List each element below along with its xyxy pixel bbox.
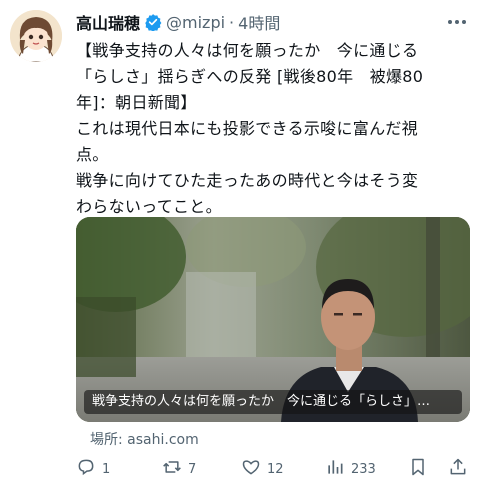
repost-button[interactable]: 7 (162, 455, 196, 483)
tweet-actions: 1 7 12 233 (76, 455, 476, 483)
share-icon (448, 457, 468, 481)
verified-badge-icon (144, 13, 162, 31)
repost-count: 7 (188, 461, 197, 477)
header-separator: · (229, 12, 235, 32)
repost-icon (162, 457, 182, 481)
tweet-header: 高山瑞穂 @mizpi · 4時間 (76, 9, 470, 35)
bookmark-icon (408, 457, 428, 481)
link-card[interactable]: 戦争支持の人々は何を願ったか 今に通じる「らしさ」… (76, 217, 470, 422)
author-avatar[interactable] (10, 10, 62, 62)
reply-icon (76, 457, 96, 481)
author-name[interactable]: 高山瑞穂 (76, 10, 140, 34)
post-time[interactable]: 4時間 (238, 10, 280, 34)
share-button[interactable] (448, 455, 468, 483)
views-button[interactable]: 233 (325, 455, 376, 483)
reply-button[interactable]: 1 (76, 455, 110, 483)
author-handle[interactable]: @mizpi (166, 13, 225, 32)
like-button[interactable]: 12 (241, 455, 284, 483)
avatar-illustration (10, 10, 62, 62)
view-count: 233 (351, 461, 376, 477)
bookmark-button[interactable] (408, 455, 428, 483)
tweet-text-line: これは現代日本にも投影できる示唆に富んだ視 (76, 119, 418, 138)
card-caption: 戦争支持の人々は何を願ったか 今に通じる「らしさ」… (84, 390, 462, 414)
heart-icon (241, 457, 261, 481)
card-source[interactable]: 場所: asahi.com (90, 429, 199, 449)
tweet-text-line: 「らしさ」揺らぎへの反発 [戦後80年 被爆80 (76, 67, 424, 86)
tweet-text: 【戦争支持の人々は何を願ったか 今に通じる 「らしさ」揺らぎへの反発 [戦後80… (76, 38, 472, 220)
bar-chart-icon (325, 457, 345, 481)
more-options-icon[interactable] (446, 12, 468, 32)
like-count: 12 (267, 461, 284, 477)
tweet-text-line: 【戦争支持の人々は何を願ったか 今に通じる (76, 41, 419, 60)
tweet-text-line: 年]：朝日新聞】 (76, 93, 197, 112)
tweet-text-line: 戦争に向けてひた走ったあの時代と今はそう変 (76, 171, 419, 190)
reply-count: 1 (102, 461, 111, 477)
tweet-text-line: 点。 (76, 145, 109, 164)
